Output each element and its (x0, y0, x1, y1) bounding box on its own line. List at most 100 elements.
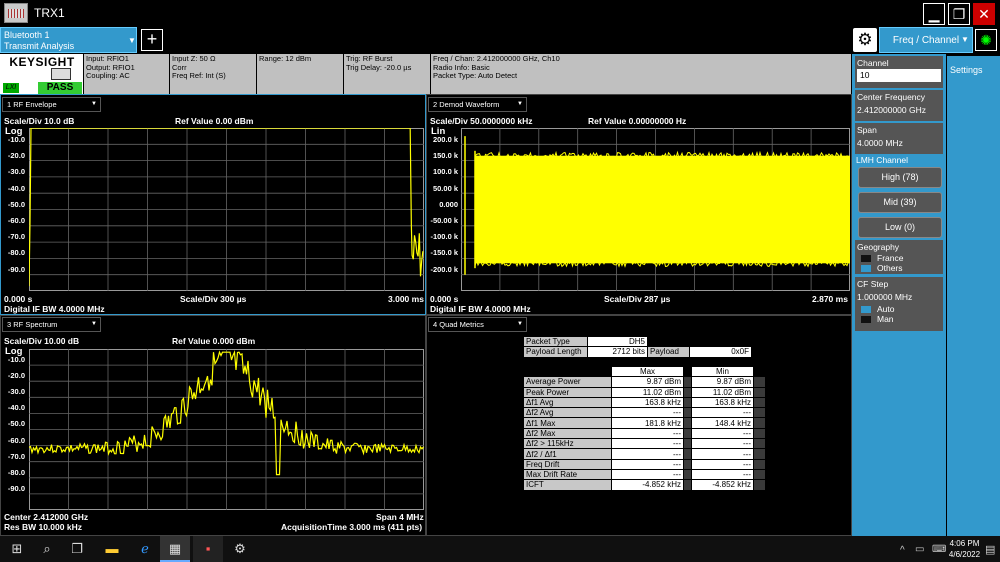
spacer (753, 417, 766, 429)
payload-value: 0x0F (689, 346, 752, 358)
freq-channel-menu[interactable]: Freq / Channel (879, 27, 973, 53)
spacer (753, 458, 766, 470)
metrics-table: Max Min Average Power 9.87 dBm 9.87 dBm Pea… (523, 365, 766, 491)
spacer (683, 376, 692, 388)
tray-chevron-icon[interactable]: ^ (900, 545, 905, 556)
dropdown-label: 4 Quad Metrics (433, 320, 484, 329)
y-tick-label: 200.0 k (432, 135, 458, 144)
demod-waveform-plot[interactable] (461, 128, 850, 291)
payload-label: Payload (647, 346, 690, 358)
y-tick-label: -10.0 (7, 355, 25, 364)
internet-explorer-icon[interactable]: ℯ (130, 536, 160, 562)
rf-spectrum-plot[interactable] (29, 349, 424, 510)
table-row: Δf2 Max --- --- (523, 427, 766, 440)
w1-if-bw: Digital IF BW 4.0000 MHz (4, 304, 105, 314)
table-row: Payload Length 2712 bits Payload 0x0F (523, 346, 752, 358)
notification-icon[interactable]: ▤ (985, 543, 995, 556)
center-frequency-group[interactable]: Center Frequency 2.412000000 GHz (855, 90, 943, 121)
gear-icon[interactable]: ⚙ (853, 28, 877, 52)
tab-bluetooth-1[interactable]: Bluetooth 1 Transmit Analysis (0, 27, 137, 53)
spacer (753, 448, 766, 460)
metric-min: --- (691, 407, 754, 419)
cf-step-auto-option[interactable]: Auto (857, 304, 941, 314)
title-bar (0, 0, 1000, 26)
info-trigger[interactable]: Trig: RF Burst Trig Delay: -20.0 µs (344, 54, 431, 94)
activity-icon[interactable]: ✺ (975, 29, 997, 51)
low-channel-button[interactable]: Low (0) (858, 217, 942, 238)
search-icon[interactable]: ⌕ (32, 536, 62, 562)
clock[interactable]: 4:06 PM 4/6/2022 (947, 539, 982, 559)
metric-min: --- (691, 438, 754, 450)
network-icon[interactable]: ▭ (915, 544, 924, 555)
metric-label: Freq Drift (523, 458, 612, 470)
clock-time: 4:06 PM (949, 539, 980, 548)
minimize-button[interactable]: ▁ (923, 3, 945, 25)
high-channel-button[interactable]: High (78) (858, 167, 942, 188)
cf-step-group[interactable]: CF Step 1.000000 MHz Auto Man (855, 277, 943, 331)
geo-others-label: Others (877, 263, 903, 273)
window-4-dropdown[interactable]: 4 Quad Metrics ▼ (428, 317, 527, 332)
metric-max: --- (611, 427, 684, 440)
table-row: ICFT -4.852 kHz -4.852 kHz (523, 479, 766, 491)
table-row: Packet Type DH5 (523, 335, 752, 348)
metric-min: -4.852 kHz (691, 479, 754, 491)
mid-channel-button[interactable]: Mid (39) (858, 192, 942, 213)
y-tick-label: -30.0 (7, 167, 25, 177)
payload-length-value: 2712 bits (587, 346, 648, 358)
w1-scale-div: Scale/Div 10.0 dB (4, 116, 75, 126)
spacer (683, 407, 692, 419)
geo-option-others[interactable]: Others (857, 263, 941, 273)
y-tick-label: -90.0 (7, 264, 25, 274)
chevron-down-icon[interactable]: ▼ (961, 27, 969, 53)
window-3-dropdown[interactable]: 3 RF Spectrum ▼ (2, 317, 101, 332)
metric-max: --- (611, 448, 684, 460)
metric-min: --- (691, 448, 754, 460)
cf-step-man-option[interactable]: Man (857, 314, 941, 324)
settings-gear-icon[interactable]: ⚙ (225, 536, 255, 562)
rf-envelope-plot[interactable] (29, 128, 424, 291)
chevron-down-icon[interactable]: ▼ (128, 36, 136, 45)
spacer (683, 386, 692, 398)
window-2-dropdown[interactable]: 2 Demod Waveform ▼ (428, 97, 527, 112)
info-input-output[interactable]: Input: RFIO1 Output: RFIO1 Coupling: AC (84, 54, 170, 94)
metric-label: Δf1 Max (523, 417, 612, 429)
geo-option-france[interactable]: France (857, 253, 941, 263)
pathwave-taskbar-icon[interactable]: ▪ (193, 536, 223, 562)
file-explorer-icon[interactable]: ▬ (97, 536, 127, 562)
geography-group[interactable]: Geography France Others (855, 240, 943, 274)
table-row: Max Drift Rate --- --- (523, 468, 766, 481)
close-button[interactable]: ✕ (973, 3, 995, 25)
w2-ref-value: Ref Value 0.00000000 Hz (588, 116, 687, 126)
span-group[interactable]: Span 4.0000 MHz (855, 123, 943, 154)
task-view-icon[interactable]: ❐ (62, 536, 92, 562)
maximize-button[interactable]: ❐ (948, 3, 970, 25)
channel-input[interactable]: 10 (857, 69, 941, 82)
y-tick-label: -100.0 k (430, 232, 458, 242)
keysight-app-taskbar-icon[interactable]: ▦ (160, 536, 190, 562)
demod-waveform-fill (475, 155, 850, 264)
windows-start-icon[interactable]: ⊞ (2, 536, 32, 562)
application-window: TRX1 ▁ ❐ ✕ Bluetooth 1 Transmit Analysis… (0, 0, 1000, 562)
tab-title: Bluetooth 1 (4, 30, 50, 40)
keyboard-icon[interactable]: ⌨ (932, 544, 946, 555)
info-input-z[interactable]: Input Z: 50 Ω Corr Freq Ref: Int (S) (170, 54, 257, 94)
payload-length-label: Payload Length (523, 346, 588, 358)
add-tab-button[interactable]: + (141, 29, 163, 51)
chevron-down-icon: ▼ (517, 101, 523, 107)
y-tick-label: -150.0 k (430, 248, 458, 258)
tab-settings[interactable]: Settings (947, 56, 1000, 82)
window-1-dropdown[interactable]: 1 RF Envelope ▼ (2, 97, 101, 112)
lxi-badge: LXI (3, 83, 19, 93)
cf-step-value: 1.000000 MHz (857, 292, 913, 302)
tab-subtitle: Transmit Analysis (4, 41, 75, 51)
metric-max: 9.87 dBm (611, 376, 684, 388)
metric-label: Peak Power (523, 386, 612, 398)
info-freq-chan[interactable]: Freq / Chan: 2.412000000 GHz, Ch10 Radio… (431, 54, 852, 94)
w3-acq-time: AcquisitionTime 3.000 ms (411 pts) (281, 522, 423, 532)
chevron-down-icon: ▼ (517, 321, 523, 327)
info-range[interactable]: Range: 12 dBm (257, 54, 344, 94)
channel-group: Channel 10 (855, 56, 943, 88)
y-tick-label: -70.0 (7, 451, 25, 461)
lmh-channel-label: LMH Channel (856, 155, 908, 165)
spacer (683, 417, 692, 429)
